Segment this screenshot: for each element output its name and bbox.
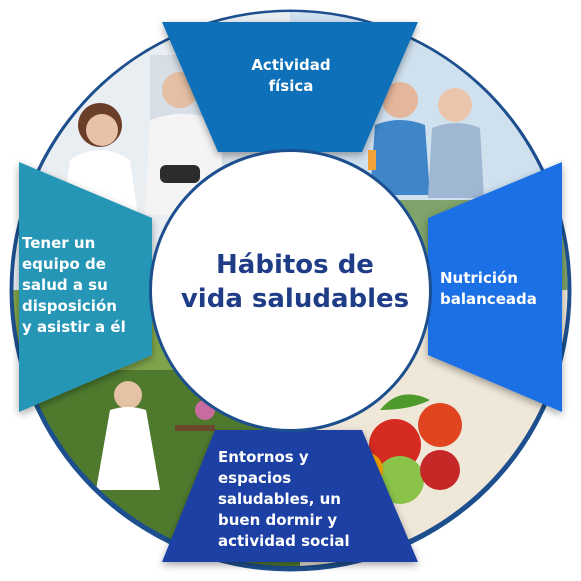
label-actividad: Actividad física: [251, 56, 331, 95]
label-entornos: Entornos y espacios saludables, un buen …: [218, 448, 350, 550]
center-title: Hábitos de vida saludables: [180, 250, 410, 314]
label-equipo: Tener un equipo de salud a su disposició…: [22, 234, 126, 336]
label-nutricion: Nutrición balanceada: [440, 269, 537, 308]
